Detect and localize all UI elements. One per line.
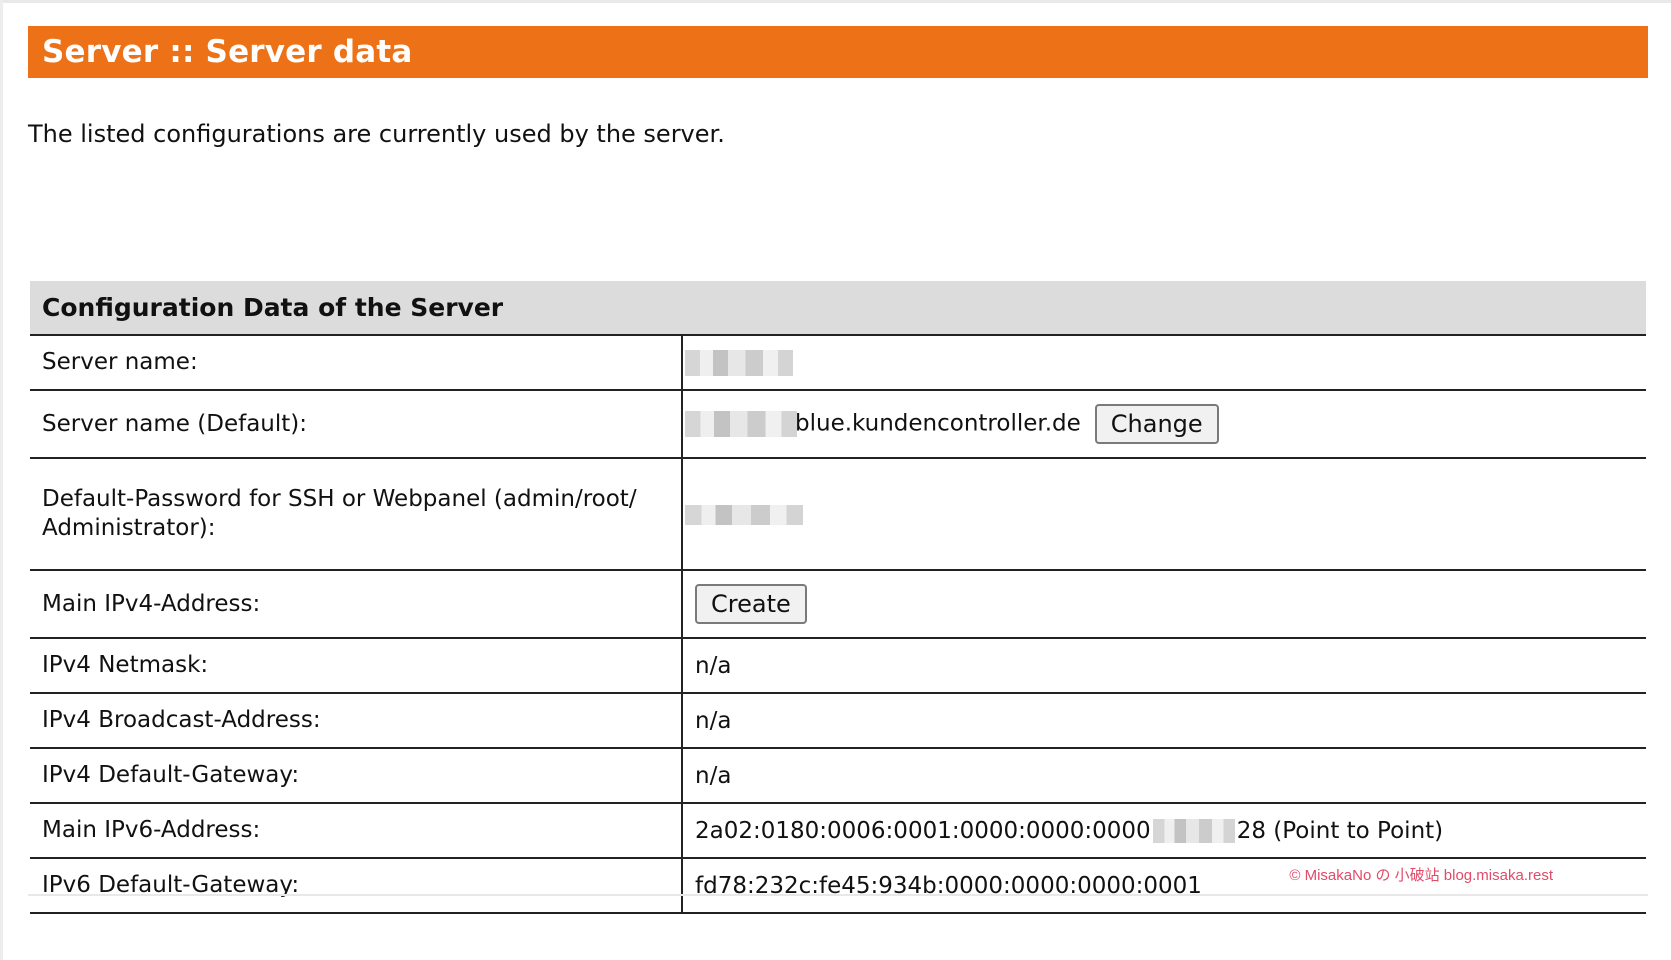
table-row-default-password: Default-Password for SSH or Webpanel (ad… — [30, 458, 1646, 571]
ipv6-prefix: 2a02:0180:0006:0001:0000:0000:0000 — [695, 817, 1151, 844]
server-config-table: Configuration Data of the Server Server … — [30, 281, 1646, 914]
main-ipv6-value: 2a02:0180:0006:0001:0000:0000:0000 28 (Po… — [682, 803, 1646, 859]
table-row-ipv4-netmask: IPv4 Netmask: n/a — [30, 638, 1646, 694]
redacted-server-name — [685, 349, 793, 376]
default-password-value — [682, 458, 1646, 571]
server-name-label: Server name: — [30, 335, 683, 391]
redacted-server-name-default — [685, 411, 797, 437]
table-row-ipv4-broadcast: IPv4 Broadcast-Address: n/a — [30, 693, 1646, 749]
table-caption: Configuration Data of the Server — [30, 281, 1646, 336]
table-row-ipv4-gateway: IPv4 Default-Gateway: n/a — [30, 748, 1646, 804]
table-row-server-name: Server name: — [30, 335, 1646, 391]
change-button[interactable]: Change — [1094, 404, 1219, 444]
bottom-rule — [28, 894, 1648, 896]
table-caption-row: Configuration Data of the Server — [30, 281, 1646, 336]
watermark: © MisakaNo の 小破站 blog.misaka.rest — [1289, 867, 1553, 884]
redacted-ipv6-part — [1152, 819, 1235, 843]
main-ipv4-label: Main IPv4-Address: — [30, 570, 683, 639]
default-password-label: Default-Password for SSH or Webpanel (ad… — [30, 458, 683, 571]
server-name-default-value: blue.kundencontroller.de Change — [682, 390, 1646, 459]
ipv6-gateway-label: IPv6 Default-Gateway: — [30, 858, 683, 914]
table-row-main-ipv4: Main IPv4-Address: Create — [30, 570, 1646, 639]
server-domain-suffix: blue.kundencontroller.de — [795, 410, 1081, 437]
ipv4-broadcast-value: n/a — [682, 693, 1646, 749]
main-ipv6-label: Main IPv6-Address: — [30, 803, 683, 859]
server-name-value — [682, 335, 1646, 391]
table-row-main-ipv6: Main IPv6-Address: 2a02:0180:0006:0001:0… — [30, 803, 1646, 859]
create-button[interactable]: Create — [695, 584, 807, 624]
left-rule — [0, 0, 3, 960]
intro-text: The listed configurations are currently … — [28, 120, 725, 148]
server-name-default-label: Server name (Default): — [30, 390, 683, 459]
top-rule — [0, 0, 1671, 3]
main-ipv4-value: Create — [682, 570, 1646, 639]
ipv4-netmask-label: IPv4 Netmask: — [30, 638, 683, 694]
ipv4-netmask-value: n/a — [682, 638, 1646, 694]
table-row-server-name-default: Server name (Default): blue.kundencontro… — [30, 390, 1646, 459]
ipv4-gateway-label: IPv4 Default-Gateway: — [30, 748, 683, 804]
page-header: Server :: Server data — [28, 26, 1648, 78]
ipv4-gateway-value: n/a — [682, 748, 1646, 804]
page-title: Server :: Server data — [42, 34, 413, 70]
ipv6-suffix: 28 (Point to Point) — [1236, 817, 1444, 844]
ipv4-broadcast-label: IPv4 Broadcast-Address: — [30, 693, 683, 749]
redacted-password — [685, 504, 803, 525]
